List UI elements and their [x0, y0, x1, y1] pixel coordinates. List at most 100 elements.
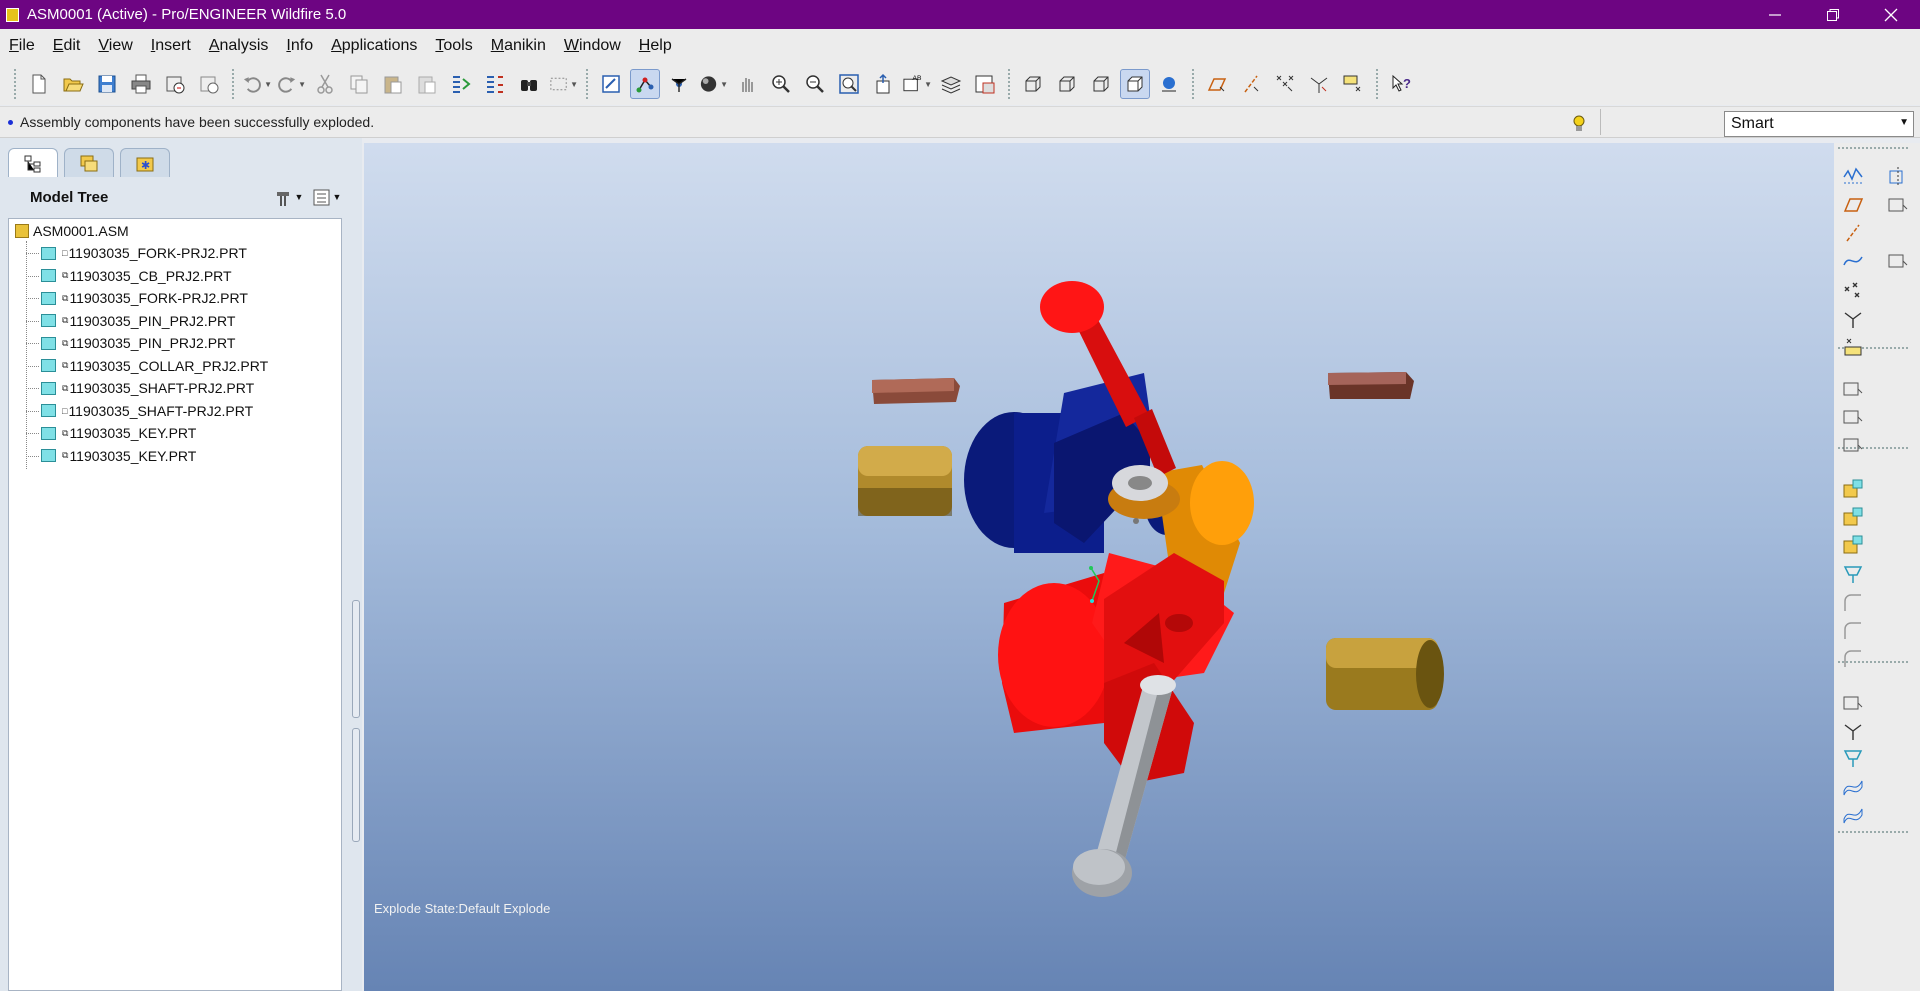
paste-special-button[interactable] [412, 69, 442, 99]
draft-button[interactable] [1839, 645, 1867, 673]
layers-button[interactable] [936, 69, 966, 99]
tree-item[interactable]: □ 11903035_SHAFT-PRJ2.PRT [41, 400, 253, 422]
menu-window[interactable]: Window [555, 37, 630, 55]
key-right[interactable] [1328, 372, 1414, 399]
datum-axis-tool-button[interactable] [1839, 219, 1867, 247]
pin-left[interactable] [858, 446, 952, 516]
close-button[interactable] [1862, 0, 1920, 29]
menu-analysis[interactable]: Analysis [200, 37, 278, 55]
datum-plane-tool-button[interactable] [1839, 191, 1867, 219]
regen-manager-button[interactable] [480, 69, 510, 99]
view-manager-button[interactable] [970, 69, 1000, 99]
splitter-handle[interactable] [352, 728, 362, 848]
datum-planes-button[interactable] [1202, 69, 1232, 99]
assemble-button[interactable] [1839, 475, 1867, 503]
surface-button[interactable] [1884, 191, 1912, 219]
menu-view[interactable]: View [89, 37, 141, 55]
find-button[interactable] [514, 69, 544, 99]
new-button[interactable] [24, 69, 54, 99]
copy-button[interactable] [344, 69, 374, 99]
menu-insert[interactable]: Insert [142, 37, 200, 55]
datum-axes-button[interactable] [1236, 69, 1266, 99]
email-button[interactable] [160, 69, 190, 99]
create-new-button[interactable] [1839, 503, 1867, 531]
reorient-button[interactable] [868, 69, 898, 99]
show-dropdown[interactable]: ▼ [307, 184, 345, 210]
tree-item[interactable]: ⧉ 11903035_CB_PRJ2.PRT [41, 265, 232, 287]
tree-item[interactable]: □ 11903035_FORK-PRJ2.PRT [41, 242, 247, 264]
print-button[interactable] [126, 69, 156, 99]
menu-help[interactable]: Help [630, 37, 681, 55]
round-button[interactable] [1839, 589, 1867, 617]
datum-point-tool-button[interactable] [1839, 277, 1867, 305]
insert-component-button[interactable] [1839, 375, 1867, 403]
flexible-button[interactable] [1839, 745, 1867, 773]
hidden-line-button[interactable] [1052, 69, 1082, 99]
tree-item[interactable]: ⧉ 11903035_KEY.PRT [41, 422, 196, 444]
menu-info[interactable]: Info [277, 37, 322, 55]
tab-favorites[interactable]: ✱ [120, 148, 170, 177]
menu-edit[interactable]: Edit [44, 37, 90, 55]
shell-button[interactable] [1884, 163, 1912, 191]
tree-item[interactable]: ⧉ 11903035_KEY.PRT [41, 445, 196, 467]
paste-button[interactable] [378, 69, 408, 99]
restore-button[interactable] [1804, 0, 1862, 29]
key-left[interactable] [872, 378, 960, 404]
refit-button[interactable] [834, 69, 864, 99]
fork-body[interactable] [998, 553, 1234, 783]
exploded-assembly-model[interactable] [364, 143, 1834, 991]
tab-folder-browser[interactable] [64, 148, 114, 177]
tree-root[interactable]: ASM0001.ASM [9, 220, 129, 242]
graphics-window[interactable]: Explode State:Default Explode [364, 143, 1834, 991]
csys-tool-button[interactable] [1839, 305, 1867, 333]
tree-item[interactable]: ⧉ 11903035_PIN_PRJ2.PRT [41, 332, 235, 354]
enhanced-realism-button[interactable] [1154, 69, 1184, 99]
shading-button[interactable] [1120, 69, 1150, 99]
repeat-component-button[interactable] [1839, 431, 1867, 459]
cut-button[interactable] [310, 69, 340, 99]
pattern-button[interactable] [1884, 247, 1912, 275]
menu-tools[interactable]: Tools [426, 37, 481, 55]
sketch-tool-button[interactable] [1839, 163, 1867, 191]
splitter-handle[interactable] [352, 600, 362, 720]
save-button[interactable] [92, 69, 122, 99]
regenerate-button[interactable] [446, 69, 476, 99]
coord-sys-button[interactable] [1304, 69, 1334, 99]
minimize-button[interactable] [1746, 0, 1804, 29]
lightbulb-icon[interactable] [1570, 113, 1588, 133]
annotations-button[interactable] [1338, 69, 1368, 99]
saved-views-button[interactable]: AB ▼ [902, 69, 932, 99]
tree-item[interactable]: ⧉ 11903035_COLLAR_PRJ2.PRT [41, 355, 268, 377]
repaint-button[interactable] [596, 69, 626, 99]
annotation-button[interactable] [1839, 773, 1867, 801]
create-component-button[interactable] [1839, 403, 1867, 431]
datum-points-button[interactable] [1270, 69, 1300, 99]
tree-item[interactable]: ⧉ 11903035_PIN_PRJ2.PRT [41, 310, 235, 332]
tree-item[interactable]: ⧉ 11903035_FORK-PRJ2.PRT [41, 287, 248, 309]
pan-button[interactable] [732, 69, 762, 99]
undo-button[interactable]: ▼ [242, 69, 272, 99]
menu-applications[interactable]: Applications [322, 37, 426, 55]
package-button[interactable] [1839, 531, 1867, 559]
tree-item[interactable]: ⧉ 11903035_SHAFT-PRJ2.PRT [41, 377, 254, 399]
cut-tool-button[interactable] [1839, 561, 1867, 589]
email-link-button[interactable] [194, 69, 224, 99]
menu-manikin[interactable]: Manikin [482, 37, 555, 55]
copy-geometry-button[interactable] [1839, 689, 1867, 717]
merge-button[interactable] [1839, 717, 1867, 745]
shade-button[interactable]: ▼ [698, 69, 728, 99]
whats-this-button[interactable]: ? [1386, 69, 1416, 99]
tab-model-tree[interactable] [8, 148, 58, 177]
pin-right[interactable] [1326, 638, 1444, 710]
zoom-in-button[interactable] [766, 69, 796, 99]
selection-filter-select[interactable]: Smart ▼ [1724, 111, 1914, 137]
mirror-button[interactable] [1839, 801, 1867, 829]
wireframe-button[interactable] [1018, 69, 1048, 99]
analysis-tool-button[interactable] [1839, 333, 1867, 361]
zoom-out-button[interactable] [800, 69, 830, 99]
chamfer-button[interactable] [1839, 617, 1867, 645]
no-hidden-button[interactable] [1086, 69, 1116, 99]
menu-file[interactable]: File [0, 37, 44, 55]
spin-center-button[interactable] [664, 69, 694, 99]
settings-dropdown[interactable]: ▼ [269, 184, 307, 210]
